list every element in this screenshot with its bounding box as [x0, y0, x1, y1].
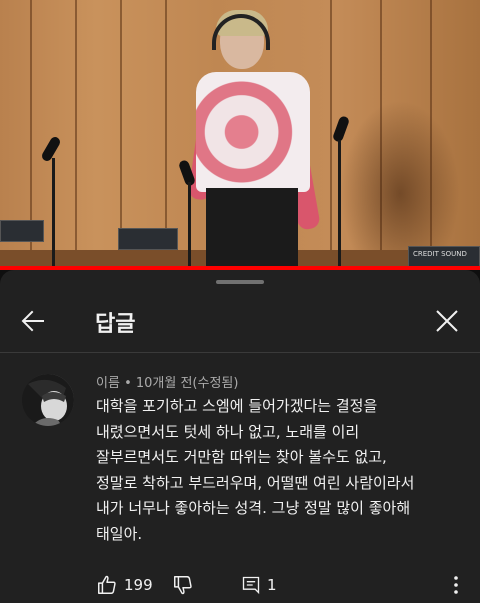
arrow-back-icon — [21, 310, 44, 332]
sheet-title: 답글 — [95, 312, 136, 337]
mic-stand — [52, 158, 55, 268]
wall-panel-line — [75, 0, 77, 270]
drag-handle[interactable] — [216, 280, 264, 284]
speaker-center — [118, 228, 178, 250]
reply-count: 1 — [267, 576, 277, 594]
replies-sheet: 답글 이름 • 10개월 전(수정됨) 대학을 포기하고 스엠에 들어가겠다는 … — [0, 270, 480, 603]
dislike-button[interactable] — [172, 572, 194, 598]
microphone — [40, 135, 62, 163]
more-vertical-icon — [454, 576, 458, 594]
more-options-button[interactable] — [448, 572, 464, 598]
close-button[interactable] — [428, 302, 466, 340]
comment-line: 정말로 착하고 부드러우며, 어떨땐 여린 사람이라서 — [96, 473, 415, 492]
back-button[interactable] — [14, 302, 52, 340]
comment-actions: 199 1 — [96, 572, 480, 598]
meta-separator: • — [124, 376, 132, 391]
like-count: 199 — [124, 576, 153, 594]
avatar[interactable] — [22, 374, 74, 426]
performer-hoodie — [196, 72, 310, 192]
sheet-header: 답글 — [0, 290, 480, 352]
comment-text: 대학을 포기하고 스엠에 들어가겠다는 결정을 내렸으면서도 텃세 하나 없고,… — [96, 394, 466, 547]
wall-shadow — [340, 100, 460, 270]
credit-sound-label: CREDIT SOUND — [413, 250, 467, 258]
header-divider — [0, 352, 480, 353]
comment-line: 내렸으면서도 텃세 하나 없고, 노래를 이리 — [96, 422, 360, 441]
comment-meta: 이름 • 10개월 전(수정됨) — [96, 372, 238, 391]
close-icon — [436, 310, 458, 332]
speaker-left — [0, 220, 44, 242]
video-player[interactable]: CREDIT SOUND — [0, 0, 480, 270]
comment-line: 내가 너무나 좋아하는 성격. 그냥 정말 많이 좋아해 — [96, 499, 411, 517]
comment-line: 잘부르면서도 거만함 따위는 찾아 볼수도 없고, — [96, 448, 387, 466]
comment-line: 대학을 포기하고 스엠에 들어가겠다는 결정을 — [96, 397, 378, 415]
comment-author[interactable]: 이름 — [96, 376, 120, 391]
mic-stand — [188, 182, 191, 268]
comment-line: 태일아. — [96, 524, 143, 543]
wall-panel-line — [330, 0, 332, 270]
comment-icon — [242, 576, 260, 595]
reply-button[interactable]: 1 — [241, 572, 277, 598]
performer-pants — [206, 188, 298, 268]
thumb-down-icon — [174, 576, 192, 595]
thumb-up-icon — [98, 575, 116, 594]
like-button[interactable]: 199 — [96, 572, 153, 598]
mic-stand — [338, 140, 341, 268]
comment-time: 10개월 전(수정됨) — [135, 376, 239, 391]
avatar-portrait-icon — [22, 374, 74, 426]
speaker-right: CREDIT SOUND — [408, 246, 480, 268]
